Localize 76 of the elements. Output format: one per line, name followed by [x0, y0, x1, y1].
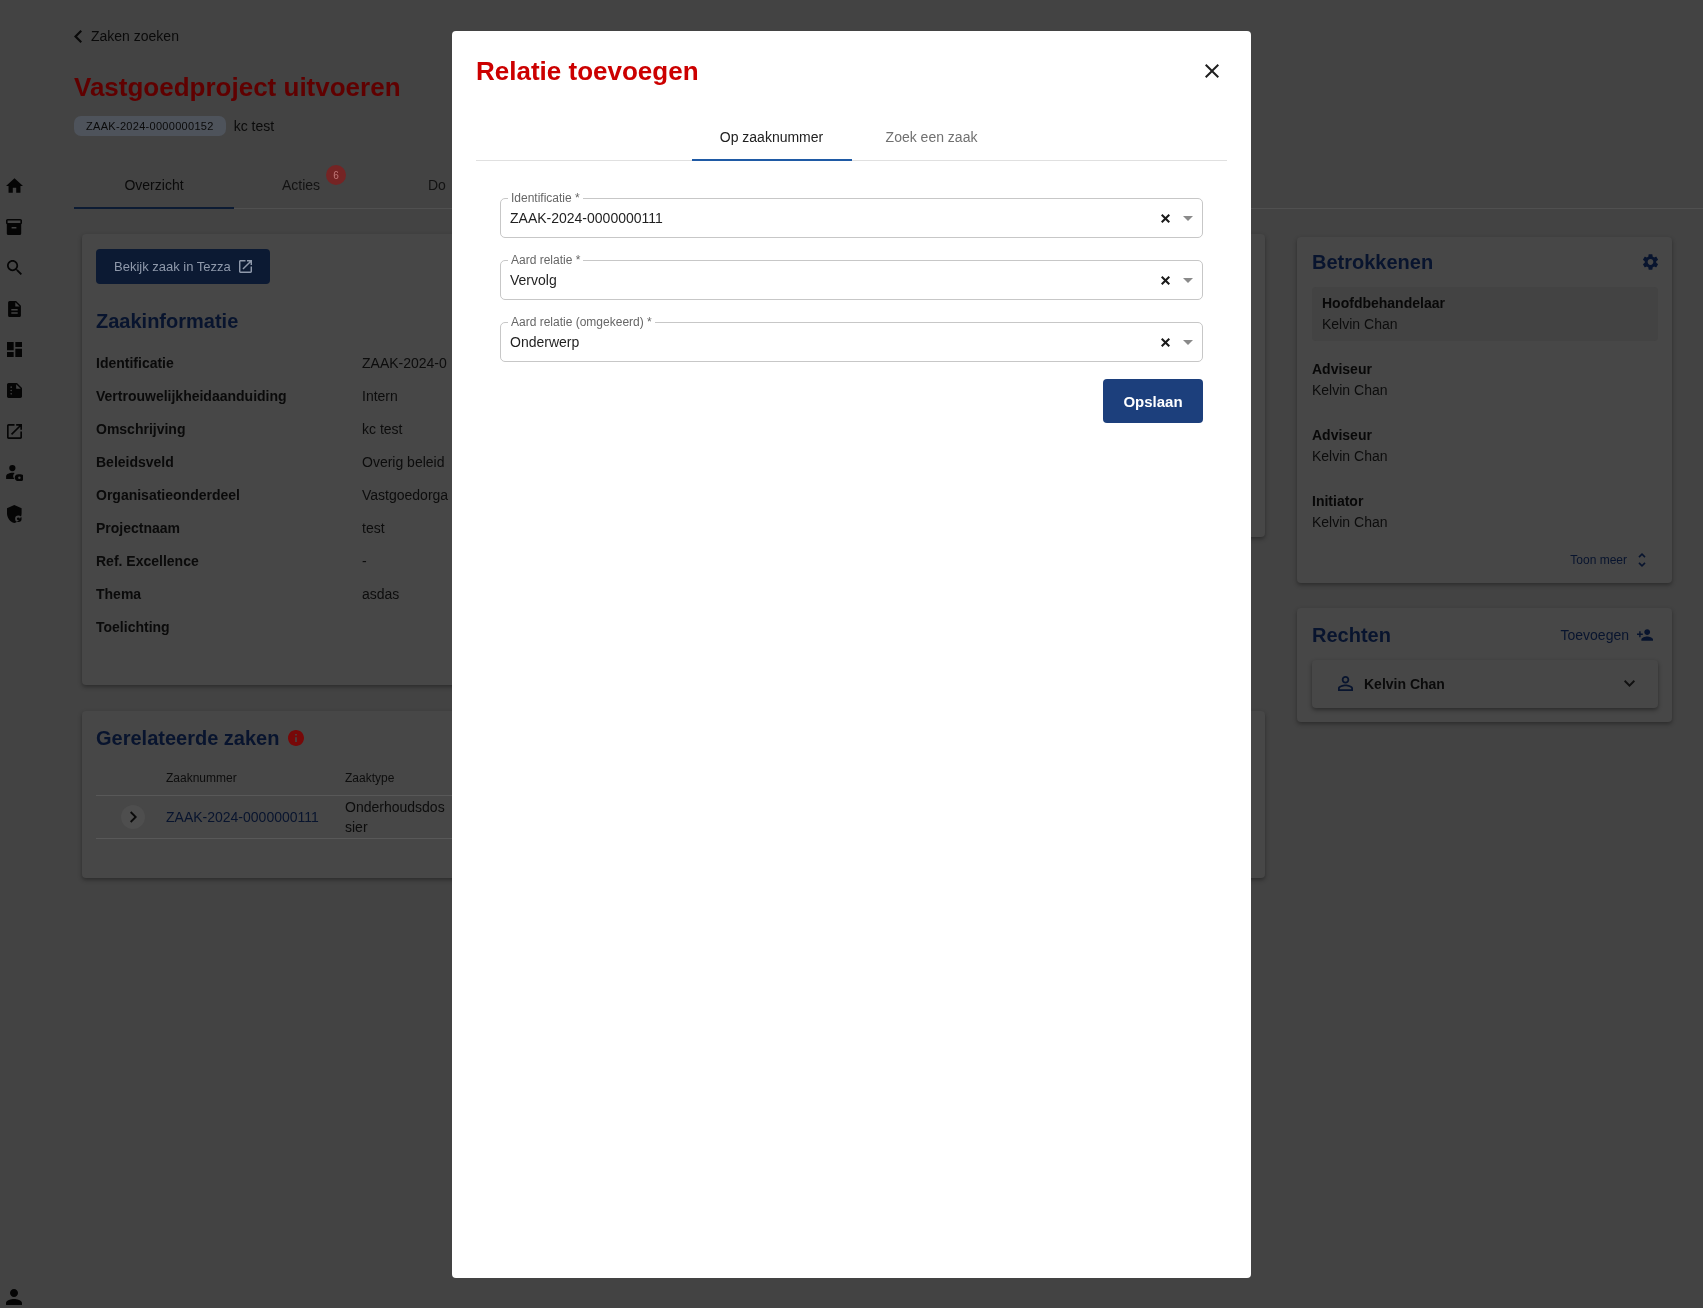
external-link-icon[interactable]	[6, 424, 22, 439]
field-value: ZAAK-2024-0	[362, 355, 447, 371]
caret-icon[interactable]	[1183, 215, 1193, 221]
person-icon	[1338, 676, 1353, 691]
search-icon[interactable]	[6, 260, 22, 275]
card-title: Betrokkenen	[1312, 249, 1434, 274]
person-gear-icon[interactable]	[5, 464, 23, 481]
unfold-icon	[1638, 552, 1646, 567]
add-link[interactable]: Toevoegen	[1560, 626, 1658, 643]
dashboard-icon[interactable]	[6, 342, 22, 357]
back-link[interactable]: Zaken zoeken	[74, 26, 179, 46]
field-value: Intern	[362, 388, 398, 404]
field-value: test	[362, 520, 385, 536]
home-icon[interactable]	[5, 178, 23, 193]
field-label: Projectnaam	[96, 520, 181, 536]
card-title: Zaakinformatie	[96, 308, 239, 333]
field-label: Omschrijving	[96, 421, 186, 437]
field-label: Ref. Excellence	[96, 553, 199, 569]
tab[interactable]: Op zaaknummer	[691, 114, 852, 161]
field-label: Vertrouwelijkheidaanduiding	[96, 388, 287, 404]
info-icon	[288, 729, 305, 746]
caret-icon[interactable]	[1183, 339, 1193, 345]
role-label: Adviseur	[1312, 425, 1372, 445]
field-label: Organisatieonderdeel	[96, 487, 240, 503]
select-field[interactable]: Identificatie * ZAAK-2024-0000000111	[500, 191, 1203, 238]
count-badge: 6	[326, 165, 347, 185]
open-in-tezza-button[interactable]: Bekijk zaak in Tezza	[96, 248, 270, 284]
box-icon[interactable]	[6, 218, 22, 235]
field-label: Thema	[96, 586, 142, 602]
tab[interactable]: Zoek een zaak	[851, 114, 1012, 161]
save-button[interactable]: Opslaan	[1103, 379, 1203, 423]
person-name: Kelvin Chan	[1312, 512, 1388, 532]
expand-button[interactable]	[121, 804, 145, 829]
note-icon[interactable]	[6, 383, 22, 398]
chevron-right-icon	[129, 810, 137, 823]
case-number-chip: ZAAK-2024-0000000152	[74, 115, 226, 136]
field-label: Aard relatie (omgekeerd) *	[508, 315, 655, 329]
field-label: Identificatie *	[508, 191, 583, 205]
role-label: Initiator	[1312, 491, 1364, 511]
dialog-title: Relatie toevoegen	[476, 55, 699, 87]
person-add-icon	[1637, 628, 1653, 641]
field-label: Toelichting	[96, 619, 170, 635]
external-link-icon	[238, 259, 252, 273]
chevron-left-icon	[74, 29, 82, 43]
settings-icon[interactable]	[1643, 253, 1658, 270]
close-icon	[1205, 64, 1219, 78]
card-title: Gerelateerde zaken	[96, 725, 280, 750]
clear-icon[interactable]	[1161, 275, 1170, 285]
case-description: kc test	[233, 117, 275, 134]
clear-icon[interactable]	[1161, 337, 1170, 347]
role-label: Adviseur	[1312, 359, 1372, 379]
caret-icon[interactable]	[1183, 277, 1193, 283]
select-field[interactable]: Aard relatie (omgekeerd) * Onderwerp	[500, 315, 1203, 362]
column-header: Zaaknummer	[166, 771, 237, 785]
document-icon[interactable]	[7, 300, 21, 317]
column-header: Zaaktype	[345, 771, 395, 785]
page-title: Vastgoedproject uitvoeren	[74, 70, 401, 103]
table-cell-text: Onderhoudsdossier	[345, 797, 446, 837]
card-title: Rechten	[1312, 622, 1391, 647]
select-field[interactable]: Aard relatie * Vervolg	[500, 253, 1203, 300]
shield-icon[interactable]	[6, 504, 22, 523]
field-value: asdas	[362, 586, 400, 602]
person-name: Kelvin Chan	[1312, 380, 1388, 400]
expansion-panel[interactable]: Kelvin Chan	[1312, 659, 1658, 708]
field-value: -	[362, 553, 367, 569]
person-name: Kelvin Chan	[1312, 446, 1388, 466]
field-value: kc test	[362, 421, 403, 437]
field-label: Beleidsveld	[96, 454, 174, 470]
show-more-button[interactable]: Toon meer	[1558, 544, 1658, 575]
case-link[interactable]: ZAAK-2024-0000000111	[166, 808, 319, 825]
user-icon[interactable]	[6, 1289, 22, 1305]
field-label: Identificatie	[96, 355, 174, 371]
field-label: Aard relatie *	[508, 253, 584, 267]
tab[interactable]: Overzicht	[74, 163, 234, 209]
role-label: Hoofdbehandelaar	[1322, 293, 1445, 313]
clear-icon[interactable]	[1161, 213, 1170, 223]
